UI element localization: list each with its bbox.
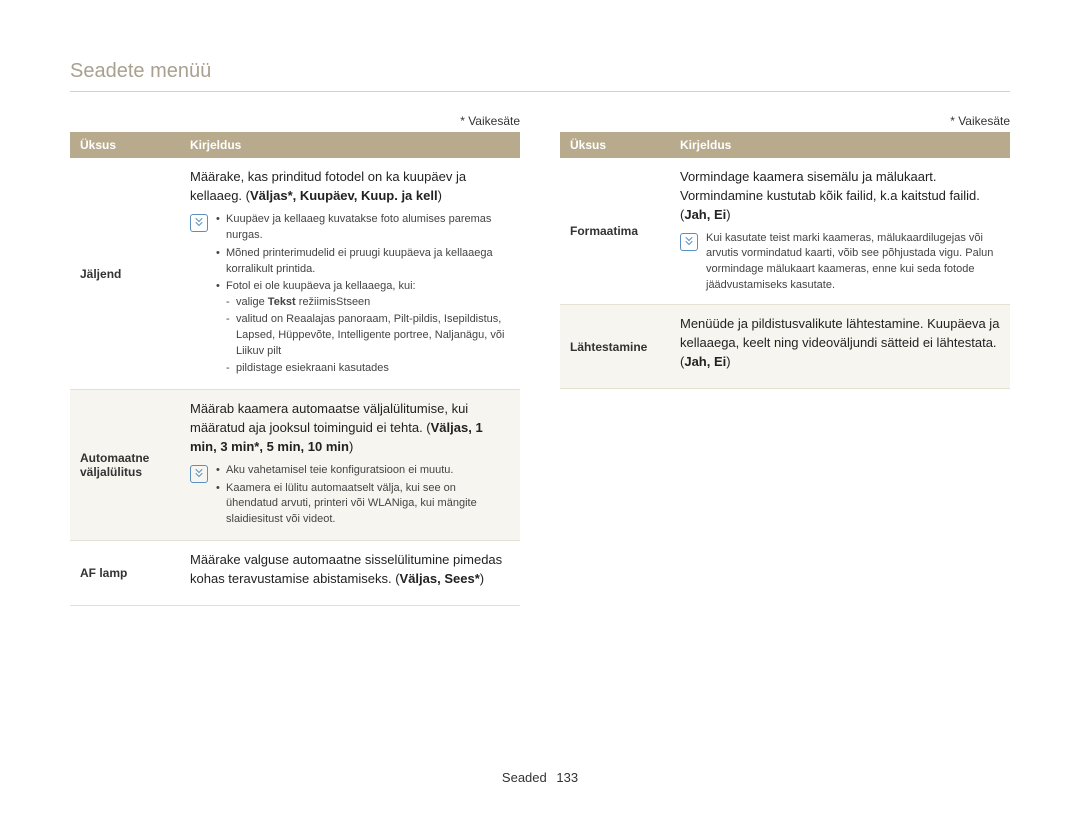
- desc-main: Vormindage kaamera sisemälu ja mälukaart…: [680, 168, 1000, 225]
- row-formaatima: Formaatima Vormindage kaamera sisemälu j…: [560, 158, 1010, 305]
- note-text: režiimisStseen: [296, 296, 371, 308]
- note-sub: valitud on Reaalajas panoraam, Pilt-pild…: [226, 312, 510, 360]
- note-bold: Tekst: [268, 296, 296, 308]
- default-note-right: * Vaikesäte: [560, 114, 1010, 128]
- note-sub: pildistage esiekraani kasutades: [226, 361, 510, 377]
- note-bullet: Kuupäev ja kellaaeg kuvatakse foto alumi…: [216, 212, 510, 244]
- item-label: AF lamp: [70, 541, 180, 606]
- settings-table-left: Üksus Kirjeldus Jäljend Määrake, kas pri…: [70, 132, 520, 606]
- desc-close: ): [726, 354, 730, 369]
- note-text: Fotol ei ole kuupäeva ja kellaaega, kui:: [226, 280, 416, 292]
- footer-section: Seaded: [502, 770, 547, 785]
- settings-table-right: Üksus Kirjeldus Formaatima Vormindage ka…: [560, 132, 1010, 389]
- note-body: Kui kasutate teist marki kaameras, mäluk…: [706, 231, 1000, 295]
- table-header-row: Üksus Kirjeldus: [560, 132, 1010, 158]
- page-footer: Seaded 133: [0, 770, 1080, 785]
- item-desc: Vormindage kaamera sisemälu ja mälukaart…: [670, 158, 1010, 305]
- note-bullet: Aku vahetamisel teie konfiguratsioon ei …: [216, 463, 510, 479]
- page-title: Seadete menüü: [70, 60, 1010, 92]
- desc-main: Määrake valguse automaatne sisselülitumi…: [190, 551, 510, 589]
- note-text: valige: [236, 296, 268, 308]
- item-label: Lähtestamine: [560, 305, 670, 389]
- th-item: Üksus: [70, 132, 180, 158]
- item-label: Jäljend: [70, 158, 180, 390]
- item-desc: Menüüde ja pildistusvalikute lähtestamin…: [670, 305, 1010, 389]
- table-header-row: Üksus Kirjeldus: [70, 132, 520, 158]
- desc-close: ): [480, 571, 484, 586]
- desc-main: Määrab kaamera automaatse väljalülitumis…: [190, 400, 510, 457]
- note-block: Kuupäev ja kellaaeg kuvatakse foto alumi…: [190, 212, 510, 379]
- note-icon: [190, 214, 208, 232]
- desc-text: Määrab kaamera automaatse väljalülitumis…: [190, 401, 468, 435]
- note-icon: [190, 465, 208, 483]
- item-desc: Määrake valguse automaatne sisselülitumi…: [180, 541, 520, 606]
- row-jaljend: Jäljend Määrake, kas prinditud fotodel o…: [70, 158, 520, 390]
- row-lahtestamine: Lähtestamine Menüüde ja pildistusvalikut…: [560, 305, 1010, 389]
- item-desc: Määrab kaamera automaatse väljalülitumis…: [180, 390, 520, 541]
- note-block: Aku vahetamisel teie konfiguratsioon ei …: [190, 463, 510, 531]
- left-column: * Vaikesäte Üksus Kirjeldus Jäljend Määr…: [70, 114, 520, 606]
- right-column: * Vaikesäte Üksus Kirjeldus Formaatima V…: [560, 114, 1010, 606]
- desc-close: ): [438, 188, 442, 203]
- desc-options: Jah, Ei: [684, 207, 726, 222]
- desc-options: Jah, Ei: [684, 354, 726, 369]
- th-item: Üksus: [560, 132, 670, 158]
- row-automaatne: Automaatne väljalülitus Määrab kaamera a…: [70, 390, 520, 541]
- item-label: Formaatima: [560, 158, 670, 305]
- content-columns: * Vaikesäte Üksus Kirjeldus Jäljend Määr…: [70, 114, 1010, 606]
- note-body: Aku vahetamisel teie konfiguratsioon ei …: [216, 463, 510, 531]
- note-body: Kuupäev ja kellaaeg kuvatakse foto alumi…: [216, 212, 510, 379]
- item-label: Automaatne väljalülitus: [70, 390, 180, 541]
- default-note-left: * Vaikesäte: [70, 114, 520, 128]
- desc-options: Väljas*, Kuupäev, Kuup. ja kell: [250, 188, 438, 203]
- desc-close: ): [349, 439, 353, 454]
- item-desc: Määrake, kas prinditud fotodel on ka kuu…: [180, 158, 520, 390]
- th-desc: Kirjeldus: [180, 132, 520, 158]
- desc-main: Määrake, kas prinditud fotodel on ka kuu…: [190, 168, 510, 206]
- footer-page: 133: [556, 770, 578, 785]
- th-desc: Kirjeldus: [670, 132, 1010, 158]
- desc-main: Menüüde ja pildistusvalikute lähtestamin…: [680, 315, 1000, 372]
- note-sub: valige Tekst režiimisStseen: [226, 295, 510, 311]
- note-bullet: Mõned printerimudelid ei pruugi kuupäeva…: [216, 246, 510, 278]
- row-aflamp: AF lamp Määrake valguse automaatne sisse…: [70, 541, 520, 606]
- desc-options: Väljas, Sees*: [400, 571, 480, 586]
- note-icon: [680, 233, 698, 251]
- note-block: Kui kasutate teist marki kaameras, mäluk…: [680, 231, 1000, 295]
- note-bullet: Kaamera ei lülitu automaatselt välja, ku…: [216, 481, 510, 529]
- note-bullet: Fotol ei ole kuupäeva ja kellaaega, kui:…: [216, 279, 510, 377]
- desc-close: ): [726, 207, 730, 222]
